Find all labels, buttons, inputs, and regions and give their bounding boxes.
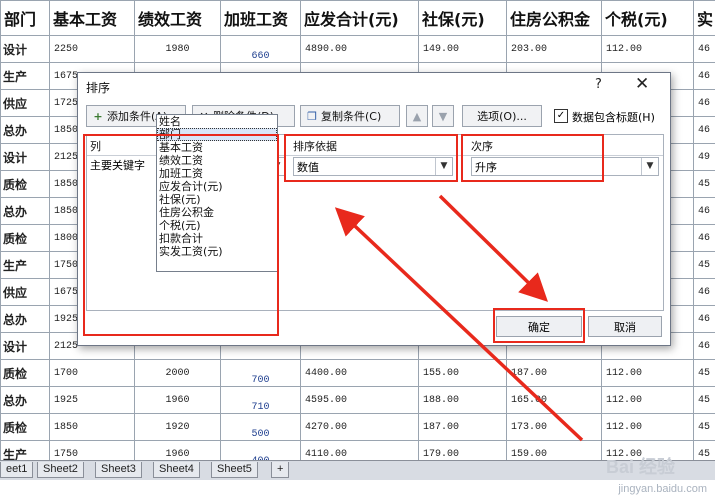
arrow-to-ok [438, 194, 548, 302]
annotation-arrows [334, 194, 584, 442]
arrow-to-list [334, 207, 584, 442]
